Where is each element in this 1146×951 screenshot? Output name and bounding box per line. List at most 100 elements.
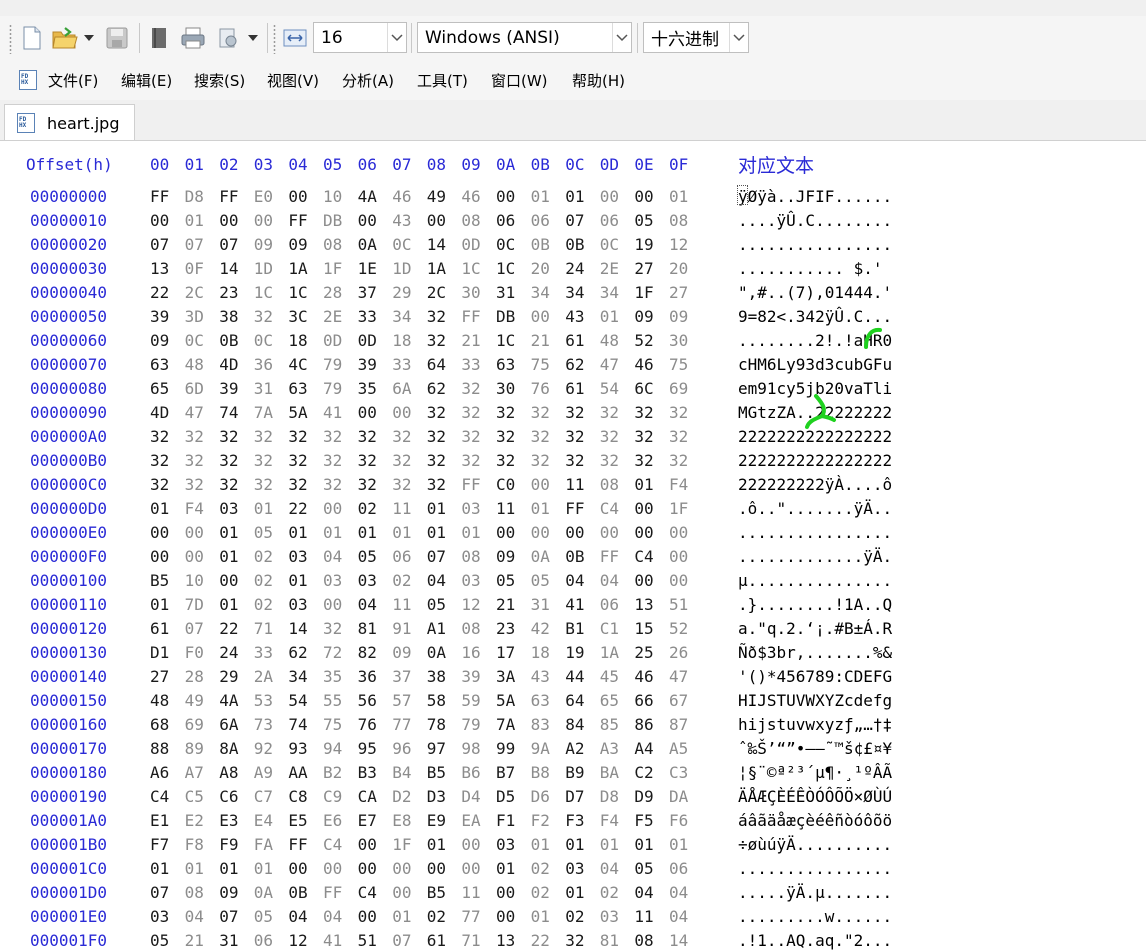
hex-byte[interactable]: 62 [427, 379, 446, 398]
hex-byte[interactable]: 04 [323, 547, 342, 566]
menu-view[interactable]: 视图(V) [267, 70, 319, 91]
hex-byte[interactable]: 79 [323, 355, 342, 374]
hex-byte[interactable]: E3 [219, 811, 238, 830]
hex-byte[interactable]: 39 [219, 379, 238, 398]
hex-byte[interactable]: 01 [288, 523, 307, 542]
hex-byte[interactable]: 0C [254, 331, 273, 350]
hex-byte[interactable]: E4 [254, 811, 273, 830]
hex-byte[interactable]: 8A [219, 739, 238, 758]
hex-byte[interactable]: 41 [565, 595, 584, 614]
hex-byte[interactable]: B9 [565, 763, 584, 782]
hex-byte[interactable]: 02 [254, 595, 273, 614]
hex-byte[interactable]: 61 [565, 379, 584, 398]
hex-byte[interactable]: 11 [392, 595, 411, 614]
hex-byte[interactable]: 32 [358, 475, 377, 494]
hex-byte[interactable]: F9 [219, 835, 238, 854]
hex-byte[interactable]: 14 [288, 619, 307, 638]
hex-byte[interactable]: 08 [669, 211, 688, 230]
hex-byte[interactable]: 14 [669, 931, 688, 950]
hex-byte[interactable]: 12 [288, 931, 307, 950]
hex-byte[interactable]: 00 [185, 523, 204, 542]
hex-byte[interactable]: 00 [219, 571, 238, 590]
hex-byte[interactable]: FF [461, 475, 480, 494]
hex-byte[interactable]: 91 [392, 619, 411, 638]
hex-byte[interactable]: 41 [323, 403, 342, 422]
hex-byte[interactable]: 63 [150, 355, 169, 374]
hex-byte[interactable]: 51 [358, 931, 377, 950]
hex-byte[interactable]: 0B [565, 235, 584, 254]
hex-byte[interactable]: 09 [150, 331, 169, 350]
chevron-down-icon[interactable] [729, 23, 748, 52]
hex-byte[interactable]: 81 [600, 931, 619, 950]
hex-byte[interactable]: 52 [669, 619, 688, 638]
hex-byte[interactable]: FF [219, 187, 238, 206]
hex-byte[interactable]: 35 [358, 379, 377, 398]
hex-byte[interactable]: 00 [461, 835, 480, 854]
hex-byte[interactable]: E0 [254, 187, 273, 206]
hex-byte[interactable]: C4 [323, 835, 342, 854]
row-text[interactable]: cHM6Ly93d3cubGFu [738, 355, 892, 374]
hex-byte[interactable]: 0A [531, 547, 550, 566]
hex-byte[interactable]: 04 [600, 571, 619, 590]
hex-byte[interactable]: E1 [150, 811, 169, 830]
hex-byte[interactable]: 31 [496, 283, 515, 302]
hex-byte[interactable]: 48 [150, 691, 169, 710]
hex-byte[interactable]: 31 [531, 595, 550, 614]
hex-byte[interactable]: 00 [634, 499, 653, 518]
hex-byte[interactable]: 18 [288, 331, 307, 350]
hex-byte[interactable]: 32 [461, 379, 480, 398]
hex-byte[interactable]: 19 [565, 643, 584, 662]
hex-byte[interactable]: DA [669, 787, 688, 806]
hex-byte[interactable]: 06 [600, 211, 619, 230]
hex-byte[interactable]: 32 [219, 427, 238, 446]
hex-byte[interactable]: 34 [392, 307, 411, 326]
hex-byte[interactable]: 31 [219, 931, 238, 950]
hex-byte[interactable]: 03 [288, 595, 307, 614]
hex-byte[interactable]: 32 [565, 451, 584, 470]
hex-byte[interactable]: D1 [150, 643, 169, 662]
hex-byte[interactable]: 32 [565, 403, 584, 422]
toolbar-grip[interactable] [9, 24, 12, 54]
hex-byte[interactable]: B3 [358, 763, 377, 782]
row-text[interactable]: µ............... [738, 571, 892, 590]
hex-byte[interactable]: 51 [669, 595, 688, 614]
row-text[interactable]: ÷øùúÿÄ.......... [738, 835, 892, 854]
hex-byte[interactable]: FF [461, 307, 480, 326]
row-text[interactable]: HIJSTUVWXYZcdefg [738, 691, 892, 710]
bytes-per-row-select[interactable]: 16 [313, 22, 407, 53]
hex-byte[interactable]: 32 [634, 427, 653, 446]
hex-byte[interactable]: 32 [461, 403, 480, 422]
hex-byte[interactable]: 09 [392, 643, 411, 662]
hex-byte[interactable]: 01 [531, 499, 550, 518]
hex-byte[interactable]: 99 [496, 739, 515, 758]
hex-byte[interactable]: 19 [634, 235, 653, 254]
hex-byte[interactable]: 3A [496, 667, 515, 686]
hex-byte[interactable]: 01 [427, 835, 446, 854]
hex-byte[interactable]: 27 [634, 259, 653, 278]
row-text[interactable]: ................ [738, 859, 892, 878]
hex-byte[interactable]: 08 [600, 475, 619, 494]
hex-byte[interactable]: 39 [461, 667, 480, 686]
hex-byte[interactable]: 6A [392, 379, 411, 398]
hex-byte[interactable]: 24 [219, 643, 238, 662]
hex-byte[interactable]: 67 [669, 691, 688, 710]
hex-byte[interactable]: 00 [496, 907, 515, 926]
hex-byte[interactable]: 02 [254, 571, 273, 590]
hex-byte[interactable]: 89 [185, 739, 204, 758]
row-text[interactable]: .........w...... [738, 907, 892, 926]
hex-byte[interactable]: D5 [496, 787, 515, 806]
hex-byte[interactable]: 08 [461, 547, 480, 566]
menu-file[interactable]: 文件(F) [48, 70, 98, 91]
hex-byte[interactable]: D3 [427, 787, 446, 806]
hex-byte[interactable]: 27 [150, 667, 169, 686]
hex-byte[interactable]: 6D [185, 379, 204, 398]
menu-analysis[interactable]: 分析(A) [342, 70, 394, 91]
hex-byte[interactable]: 69 [185, 715, 204, 734]
hex-byte[interactable]: 33 [392, 355, 411, 374]
row-text[interactable]: a."q.2.‘¡.#B±Á.R [738, 619, 892, 638]
hex-byte[interactable]: B5 [427, 763, 446, 782]
hex-byte[interactable]: 01 [254, 859, 273, 878]
hex-byte[interactable]: 03 [496, 835, 515, 854]
hex-byte[interactable]: 5A [288, 403, 307, 422]
row-text[interactable]: Ñð$3br,.......%& [738, 643, 892, 662]
